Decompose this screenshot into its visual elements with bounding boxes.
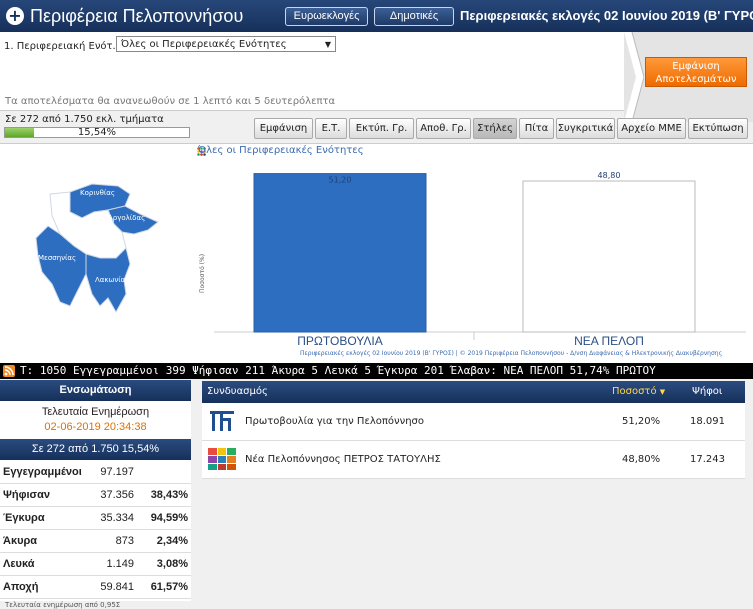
columns-button[interactable]: Στήλες [473, 118, 517, 139]
summary-row: Λευκά 1.149 3,08% [0, 553, 191, 576]
header-percent[interactable]: Ποσοστό ▼ [612, 381, 665, 403]
summary-row-label: Εγγεγραμμένοι [3, 466, 82, 478]
results-row[interactable]: Πρωτοβουλία για την Πελοπόννησο 51,20% 18.… [202, 403, 745, 441]
map-label-lakonia: Λακωνίας [95, 276, 130, 284]
refresh-note: Τα αποτελέσματα θα ανανεωθούν σε 1 λεπτό… [5, 96, 336, 107]
summary-row-label: Ψήφισαν [3, 489, 50, 501]
chart-grid [214, 331, 746, 340]
results-row[interactable]: Νέα Πελοπόννησος ΠΕΤΡΟΣ ΤΑΤΟΥΛΗΣ 48,80% 17… [202, 441, 745, 479]
chart-title: Όλες οι Περιφερειακές Ενότητες [198, 145, 364, 156]
summary-row-percent: 2,34% [156, 535, 188, 547]
nea-peloponnisos-logo [208, 448, 236, 470]
municipal-elections-button[interactable]: Δημοτικές [374, 7, 454, 26]
summary-row-value: 97.197 [100, 466, 134, 478]
chart-value-label-1: 51,20 [329, 176, 352, 185]
plus-logo-icon: + [6, 7, 24, 25]
last-update-date: 02-06-2019 20:34:38 [44, 421, 147, 433]
show-results-line2: Αποτελεσμάτων [655, 74, 737, 85]
print-chart-button[interactable]: Εκτύπ. Γρ. [349, 118, 414, 139]
ticker-text: Τ: 1050 Εγγεγραμμένοι 399 Ψήφισαν 211 Άκ… [20, 364, 656, 377]
summary-row-percent: 61,57% [150, 581, 188, 593]
summary-row-label: Άκυρα [3, 535, 38, 547]
coalition-name: Νέα Πελοπόννησος ΠΕΤΡΟΣ ΤΑΤΟΥΛΗΣ [245, 454, 441, 465]
last-update-label: Τελευταία Ενημέρωση [41, 406, 150, 418]
summary-row-label: Λευκά [3, 558, 35, 570]
pie-button[interactable]: Πίτα [519, 118, 554, 139]
footer-note: Τελευταία ενημέρωση από 0,95Σ [5, 601, 121, 609]
results-bar-chart: Ποσοστό (%) 51,20 ΠΡΩΤΟΒΟΥΛΙΑ 48,80 ΝΕΑ ΠΕΛ… [199, 171, 746, 348]
region-select[interactable]: Όλες οι Περιφερειακές Ενότητες ▼ [116, 36, 336, 52]
chevron-divider-icon [624, 32, 644, 122]
summary-row-percent: 3,08% [156, 558, 188, 570]
summary-row: Έγκυρα 35.334 94,59% [0, 507, 191, 530]
chart-bars: 51,20 ΠΡΩΤΟΒΟΥΛΙΑ 48,80 ΝΕΑ ΠΕΛΟΠ [253, 171, 696, 348]
chart-value-label-2: 48,80 [598, 171, 621, 180]
header-votes[interactable]: Ψήφοι [692, 381, 722, 403]
summary-row-percent: 38,43% [150, 489, 188, 501]
progress-percent: 15,54% [77, 127, 117, 138]
rss-icon[interactable] [3, 365, 15, 377]
summary-row-percent: 94,59% [150, 512, 188, 524]
summary-row-value: 873 [115, 535, 134, 547]
summary-count: Σε 272 από 1.750 15,54% [0, 439, 191, 460]
summary-row-value: 59.841 [100, 581, 134, 593]
summary-header: Ενσωμάτωση [0, 380, 191, 401]
coalition-percent: 51,20% [622, 416, 661, 427]
header-coalition[interactable]: Συνδυασμός [207, 381, 268, 403]
coalition-percent: 48,80% [622, 454, 661, 465]
chart-category-label-1: ΠΡΩΤΟΒΟΥΛΙΑ [297, 334, 383, 348]
summary-row-value: 35.334 [100, 512, 134, 524]
map-label-messinia: Μεσσηνίας [38, 254, 77, 262]
summary-row: Άκυρα 873 2,34% [0, 530, 191, 553]
summary-row-label: Έγκυρα [3, 512, 45, 524]
summary-row-value: 37.356 [100, 489, 134, 501]
media-file-button[interactable]: Αρχείο ΜΜΕ [617, 118, 686, 139]
map-label-argolida: Αργολίδας [108, 214, 146, 222]
show-button[interactable]: Εμφάνιση [254, 118, 313, 139]
summary-row-value: 1.149 [106, 558, 134, 570]
progress-text: Σε 272 από 1.750 εκλ. τμήματα [5, 114, 164, 125]
election-title: Περιφερειακές εκλογές 02 Ιουνίου 2019 (Β… [460, 8, 753, 23]
region-filter-label: 1. Περιφερειακή Ενότ.: [4, 41, 120, 52]
print-button[interactable]: Εκτύπωση [688, 118, 748, 139]
map-label-korinthia: Κορινθίας [80, 189, 115, 197]
chart-caption: Περιφερειακές εκλογές 02 Ιουνίου 2019 (Β… [300, 350, 723, 357]
summary-row-label: Αποχή [3, 581, 39, 593]
coalition-votes: 17.243 [690, 454, 725, 465]
summary-row: Εγγεγραμμένοι 97.197 [0, 461, 191, 484]
save-chart-button[interactable]: Αποθ. Γρ. [416, 118, 471, 139]
show-results-line1: Εμφάνιση [672, 61, 720, 72]
et-button[interactable]: Ε.Τ. [315, 118, 347, 139]
summary-row: Αποχή 59.841 61,57% [0, 576, 191, 599]
compare-button[interactable]: Συγκριτικά [556, 118, 615, 139]
chart-bar-2[interactable] [522, 180, 696, 333]
coalition-name: Πρωτοβουλία για την Πελοπόννησο [245, 416, 424, 427]
dropdown-arrow-icon: ▼ [324, 40, 331, 49]
show-results-button[interactable]: Εμφάνιση Αποτελεσμάτων [645, 57, 747, 87]
chart-category-label-2: ΝΕΑ ΠΕΛΟΠ [574, 334, 644, 348]
results-table-header: Συνδυασμός Ποσοστό ▼ Ψήφοι [202, 381, 745, 403]
sort-down-icon: ▼ [659, 388, 666, 396]
chart-bar-1[interactable] [253, 173, 427, 333]
region-select-value: Όλες οι Περιφερειακές Ενότητες [121, 39, 287, 50]
coalition-votes: 18.091 [690, 416, 725, 427]
protovoulia-logo [210, 411, 234, 431]
summary-row: Ψήφισαν 37.356 38,43% [0, 484, 191, 507]
euroelections-button[interactable]: Ευρωεκλογές [285, 7, 368, 26]
app-title: Περιφέρεια Πελοποννήσου [30, 6, 244, 26]
chart-ylabel: Ποσοστό (%) [199, 254, 206, 293]
